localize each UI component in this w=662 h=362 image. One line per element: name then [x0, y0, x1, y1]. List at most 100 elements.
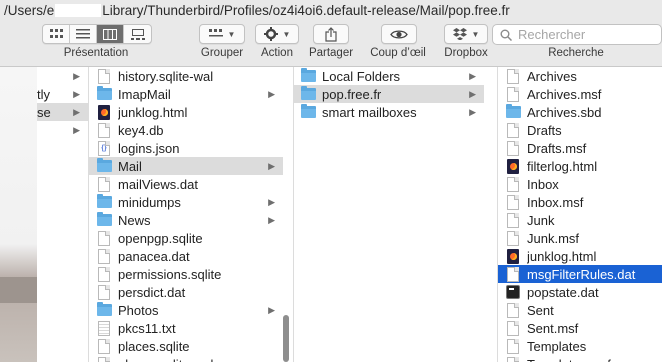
file-row[interactable]: Junk.msf [498, 229, 662, 247]
file-row[interactable]: pkcs11.txt [89, 319, 283, 337]
document-icon [96, 68, 112, 84]
item-label: Mail [118, 158, 142, 174]
folder-icon [96, 86, 112, 102]
folder-row[interactable]: ▶ [37, 67, 88, 85]
quicklook-button[interactable] [381, 24, 417, 44]
file-row[interactable]: places.sqlite [89, 337, 283, 355]
file-row[interactable]: persdict.dat [89, 283, 283, 301]
file-row[interactable]: Sent.msf [498, 319, 662, 337]
file-row[interactable]: history.sqlite-wal [89, 67, 283, 85]
disclosure-arrow-icon: ▶ [268, 88, 275, 99]
file-row[interactable]: Archives.sbd [498, 103, 662, 121]
action-label: Action [261, 47, 293, 59]
document-shape [98, 248, 110, 264]
text-file-icon [96, 320, 112, 336]
folder-row[interactable]: ImapMail ▶ [89, 85, 283, 103]
folder-shape [96, 212, 112, 226]
folder-row[interactable]: pop.free.fr ▶ [294, 85, 484, 103]
search-label: Recherche [548, 47, 604, 59]
redacted-username [55, 4, 102, 17]
document-icon [96, 284, 112, 300]
folder-row[interactable]: Photos ▶ [89, 301, 283, 319]
file-row[interactable]: panacea.dat [89, 247, 283, 265]
file-row[interactable]: Junk [498, 211, 662, 229]
document-shape [507, 68, 519, 84]
folder-icon [96, 158, 112, 174]
item-label: openpgp.sqlite [118, 230, 203, 246]
file-row[interactable]: popstate.dat [498, 283, 662, 301]
disclosure-arrow-icon: ▶ [73, 70, 80, 81]
search-field[interactable] [492, 24, 662, 45]
document-shape [507, 266, 519, 282]
file-row[interactable]: Drafts [498, 121, 662, 139]
html-file-shape [507, 158, 519, 174]
folder-row[interactable]: smart mailboxes ▶ [294, 103, 484, 121]
column-1-scrollbar[interactable] [283, 315, 289, 362]
columns-icon [103, 28, 117, 40]
folder-shape [300, 68, 316, 82]
document-shape [507, 194, 519, 210]
file-row[interactable]: junklog.html [498, 247, 662, 265]
document-icon [96, 338, 112, 354]
file-row[interactable]: msgFilterRules.dat [498, 265, 662, 283]
folder-row[interactable]: se ▶ [37, 103, 88, 121]
item-label: logins.json [118, 140, 180, 156]
column-view-button[interactable] [97, 25, 124, 43]
folder-row[interactable]: News ▶ [89, 211, 283, 229]
folder-shape [300, 86, 316, 100]
folder-icon [300, 104, 316, 120]
file-row[interactable]: Sent [498, 301, 662, 319]
disclosure-arrow-icon: ▶ [469, 88, 476, 99]
action-button[interactable]: ▼ [255, 24, 299, 44]
disclosure-arrow-icon: ▶ [73, 106, 80, 117]
file-row[interactable]: filterlog.html [498, 157, 662, 175]
group-button[interactable]: ▼ [199, 24, 245, 44]
document-shape [98, 266, 110, 282]
file-row[interactable]: Templates.msf [498, 355, 662, 362]
finder-window: /Users/e Library/Thunderbird/Profiles/oz4… [0, 0, 662, 362]
file-row[interactable]: key4.db [89, 121, 283, 139]
file-row[interactable]: places.sqlite-wal [89, 355, 283, 362]
search-input[interactable] [518, 27, 648, 42]
exec-file-icon [505, 284, 521, 300]
column-1: history.sqlite-wal ImapMail ▶ junklog.html k… [89, 67, 293, 362]
file-row[interactable]: permissions.sqlite [89, 265, 283, 283]
item-label: Templates [527, 338, 587, 354]
grid-icon [49, 29, 63, 38]
folder-row[interactable]: ▶ [37, 121, 88, 139]
view-mode-control [42, 24, 152, 44]
folder-row[interactable]: minidumps ▶ [89, 193, 283, 211]
file-row[interactable]: Archives [498, 67, 662, 85]
item-label: msgFilterRules.dat [527, 266, 636, 282]
folder-row[interactable]: Mail ▶ [89, 157, 283, 175]
folder-row[interactable]: Local Folders ▶ [294, 67, 484, 85]
document-icon [505, 194, 521, 210]
file-row[interactable]: Templates [498, 337, 662, 355]
item-label: Archives.sbd [527, 104, 602, 120]
folder-row[interactable]: tly ▶ [37, 85, 88, 103]
json-file-shape: {} [98, 140, 110, 156]
share-button[interactable] [313, 24, 349, 44]
document-shape [98, 68, 110, 84]
file-row[interactable]: Archives.msf [498, 85, 662, 103]
disclosure-arrow-icon: ▶ [469, 106, 476, 117]
item-label: Sent.msf [527, 320, 579, 336]
file-row[interactable]: Drafts.msf [498, 139, 662, 157]
item-label: panacea.dat [118, 248, 190, 264]
file-row[interactable]: Inbox.msf [498, 193, 662, 211]
list-icon [76, 29, 90, 39]
file-row[interactable]: openpgp.sqlite [89, 229, 283, 247]
file-row[interactable]: junklog.html [89, 103, 283, 121]
gallery-view-button[interactable] [124, 25, 151, 43]
path-title: /Users/e Library/Thunderbird/Profiles/oz4… [0, 0, 662, 22]
document-icon [96, 356, 112, 362]
disclosure-arrow-icon: ▶ [469, 70, 476, 81]
folder-icon [505, 104, 521, 120]
icon-view-button[interactable] [43, 25, 70, 43]
file-row[interactable]: mailViews.dat [89, 175, 283, 193]
item-label: persdict.dat [118, 284, 186, 300]
list-view-button[interactable] [70, 25, 97, 43]
file-row[interactable]: {} logins.json [89, 139, 283, 157]
file-row[interactable]: Inbox [498, 175, 662, 193]
dropbox-button[interactable]: ▼ [444, 24, 488, 44]
